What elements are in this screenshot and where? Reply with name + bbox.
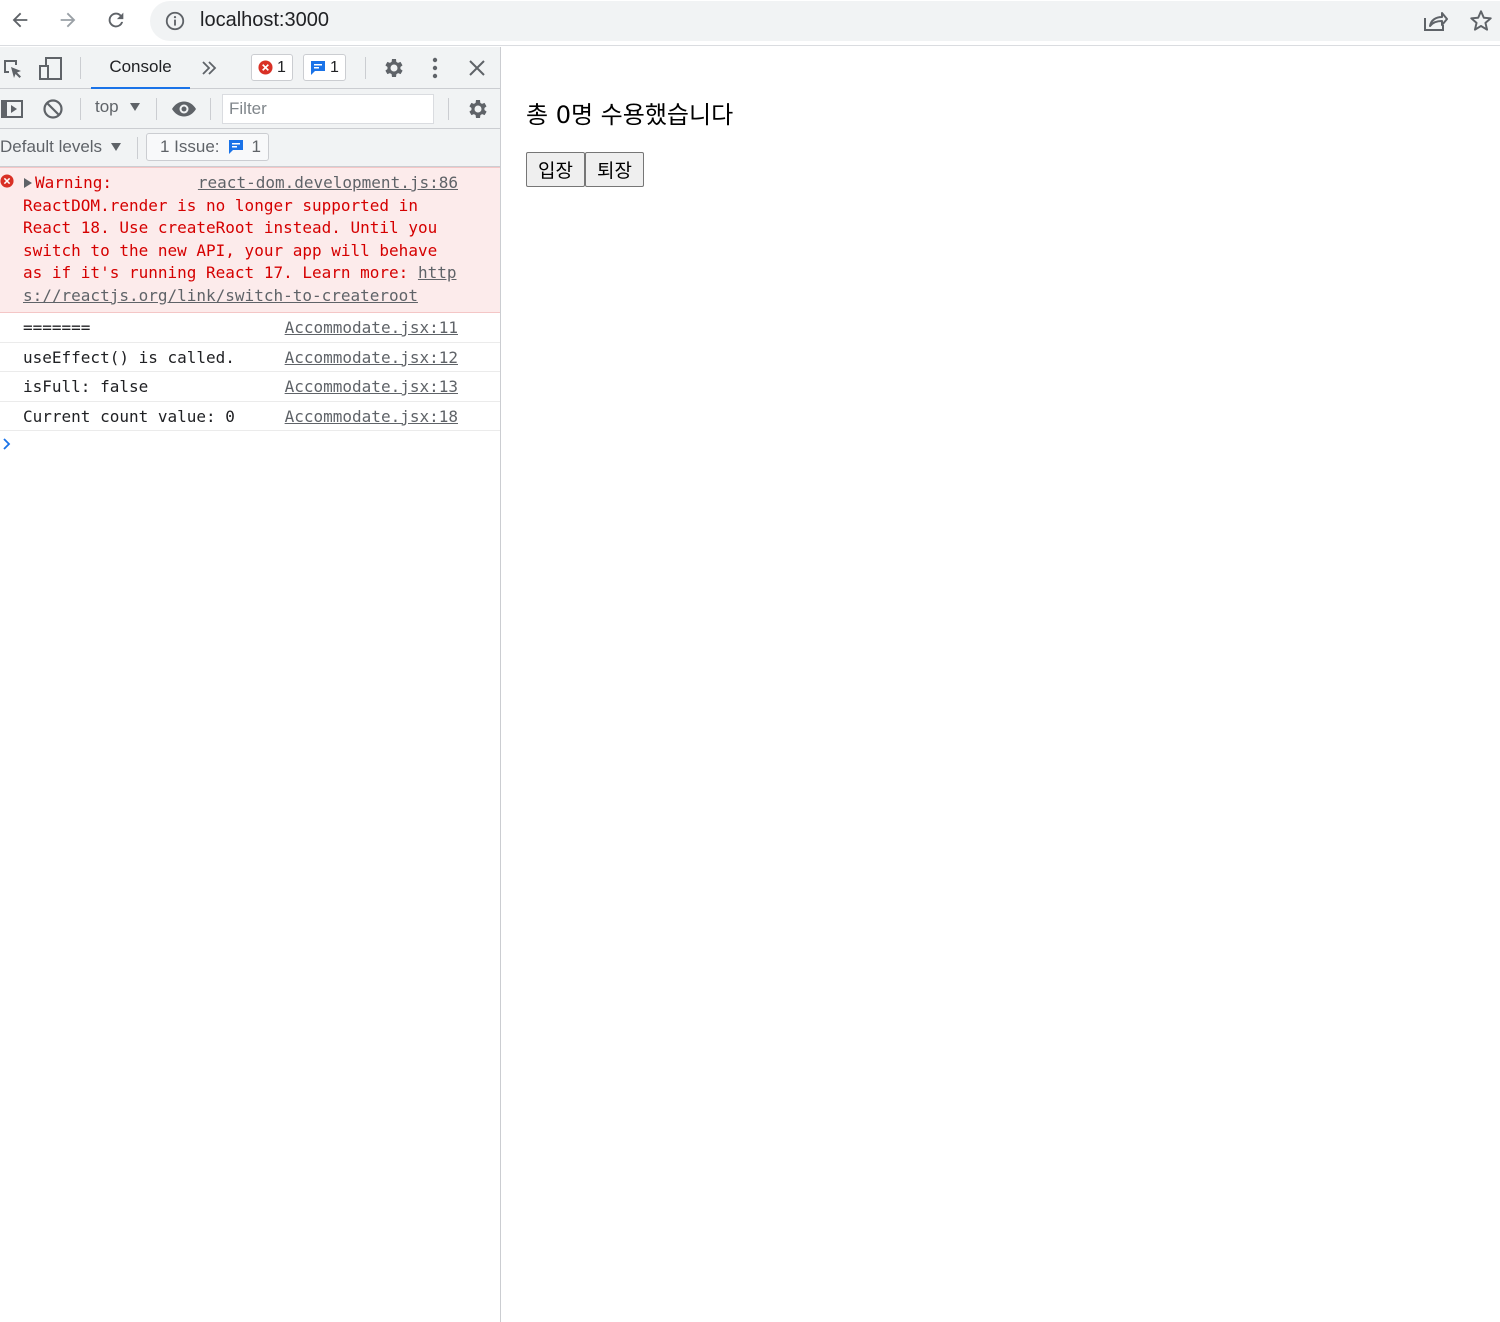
tab-console[interactable]: Console xyxy=(91,47,190,89)
toolbar-divider xyxy=(80,98,81,120)
back-arrow-icon xyxy=(12,12,28,28)
issues-count: 1 xyxy=(251,137,262,156)
back-button[interactable] xyxy=(3,5,37,35)
gear-icon xyxy=(385,59,403,77)
error-source-link[interactable]: react-dom.development.js:86 xyxy=(198,172,458,195)
forward-button[interactable] xyxy=(51,5,85,35)
page-content: 총 0명 수용했습니다 입장 퇴장 xyxy=(502,47,1500,1322)
log-levels-dropdown[interactable]: Default levels xyxy=(0,137,122,157)
filter-input[interactable]: Filter xyxy=(222,94,434,124)
issues-label: 1 Issue: xyxy=(160,137,220,156)
exit-button[interactable]: 퇴장 xyxy=(584,152,644,187)
star-icon[interactable] xyxy=(1468,8,1494,34)
devtools-tabbar: Console 1 1 xyxy=(0,47,500,89)
log-row: isFull: false Accommodate.jsx:13 xyxy=(0,372,500,402)
devtools-panel: Console 1 1 top Filter Default levels 1 … xyxy=(0,47,501,1322)
eye-icon xyxy=(172,101,196,117)
block-icon xyxy=(43,99,63,119)
message-icon xyxy=(228,140,243,154)
log-row: Current count value: 0 Accommodate.jsx:1… xyxy=(0,402,500,431)
console-levels-bar: Default levels 1 Issue: 1 xyxy=(0,129,500,167)
dropdown-arrow-icon xyxy=(129,103,140,111)
clear-console-button[interactable] xyxy=(41,97,65,121)
toolbar-divider xyxy=(80,57,81,79)
show-sidebar-button[interactable] xyxy=(0,98,24,120)
info-icon[interactable] xyxy=(164,10,186,32)
reload-icon xyxy=(108,12,124,28)
log-text: isFull: false xyxy=(23,377,149,396)
toolbar-divider xyxy=(137,137,138,159)
forward-arrow-icon xyxy=(60,12,76,28)
close-devtools-button[interactable] xyxy=(465,56,489,80)
inspect-element-icon xyxy=(4,60,21,78)
inspect-element-button[interactable] xyxy=(1,57,25,81)
error-icon xyxy=(0,174,14,188)
toolbar-divider xyxy=(448,98,449,120)
customize-menu-button[interactable] xyxy=(424,56,446,80)
share-icon[interactable] xyxy=(1422,9,1448,33)
log-source-link[interactable]: Accommodate.jsx:18 xyxy=(285,407,458,426)
context-selector[interactable]: top xyxy=(95,97,141,117)
browser-toolbar: localhost:3000 xyxy=(0,0,1500,46)
expand-triangle-icon[interactable] xyxy=(23,177,33,189)
console-filter-bar: top Filter xyxy=(0,89,500,129)
reload-button[interactable] xyxy=(99,5,133,35)
more-tabs-button[interactable] xyxy=(198,57,220,79)
message-icon xyxy=(311,60,325,75)
live-expression-button[interactable] xyxy=(170,98,198,120)
console-settings-button[interactable] xyxy=(464,97,490,121)
error-body: ReactDOM.render is no longer supported i… xyxy=(23,195,438,283)
close-icon xyxy=(469,60,485,76)
device-toolbar-button[interactable] xyxy=(38,56,64,82)
button-group: 입장 퇴장 xyxy=(526,152,644,187)
error-count: 1 xyxy=(277,58,286,76)
error-message[interactable]: Warning: ReactDOM.render is no longer su… xyxy=(0,167,500,313)
chevron-double-right-icon xyxy=(202,61,217,75)
enter-button[interactable]: 입장 xyxy=(526,152,585,187)
dropdown-arrow-icon xyxy=(111,143,122,151)
error-count-badge[interactable]: 1 xyxy=(251,54,293,81)
toolbar-divider xyxy=(210,98,211,120)
message-count: 1 xyxy=(330,58,339,76)
message-count-badge[interactable]: 1 xyxy=(303,54,346,81)
log-row: ======= Accommodate.jsx:11 xyxy=(0,313,500,343)
url-text[interactable]: localhost:3000 xyxy=(200,9,329,32)
kebab-menu-icon xyxy=(432,57,438,79)
settings-button[interactable] xyxy=(380,55,406,81)
log-row: useEffect() is called. Accommodate.jsx:1… xyxy=(0,343,500,372)
issues-button[interactable]: 1 Issue: 1 xyxy=(146,133,269,161)
log-source-link[interactable]: Accommodate.jsx:11 xyxy=(285,318,458,337)
log-text: ======= xyxy=(23,318,91,337)
toolbar-divider xyxy=(365,57,366,79)
page-title: 총 0명 수용했습니다 xyxy=(526,101,734,129)
address-bar[interactable]: localhost:3000 xyxy=(150,1,1500,41)
prompt-chevron-icon xyxy=(3,438,11,450)
error-icon xyxy=(258,60,273,75)
console-messages: Warning: ReactDOM.render is no longer su… xyxy=(0,167,500,457)
error-prefix: Warning: xyxy=(35,173,113,192)
gear-icon xyxy=(469,100,487,118)
context-value: top xyxy=(95,97,119,116)
sidebar-toggle-icon xyxy=(1,100,23,118)
log-source-link[interactable]: Accommodate.jsx:13 xyxy=(285,377,458,396)
log-source-link[interactable]: Accommodate.jsx:12 xyxy=(285,348,458,367)
console-prompt[interactable] xyxy=(0,431,500,457)
device-toggle-icon xyxy=(39,57,62,80)
log-text: useEffect() is called. xyxy=(23,347,235,367)
log-text: Current count value: 0 xyxy=(23,406,235,426)
levels-label: Default levels xyxy=(0,137,103,156)
toolbar-divider xyxy=(156,98,157,120)
